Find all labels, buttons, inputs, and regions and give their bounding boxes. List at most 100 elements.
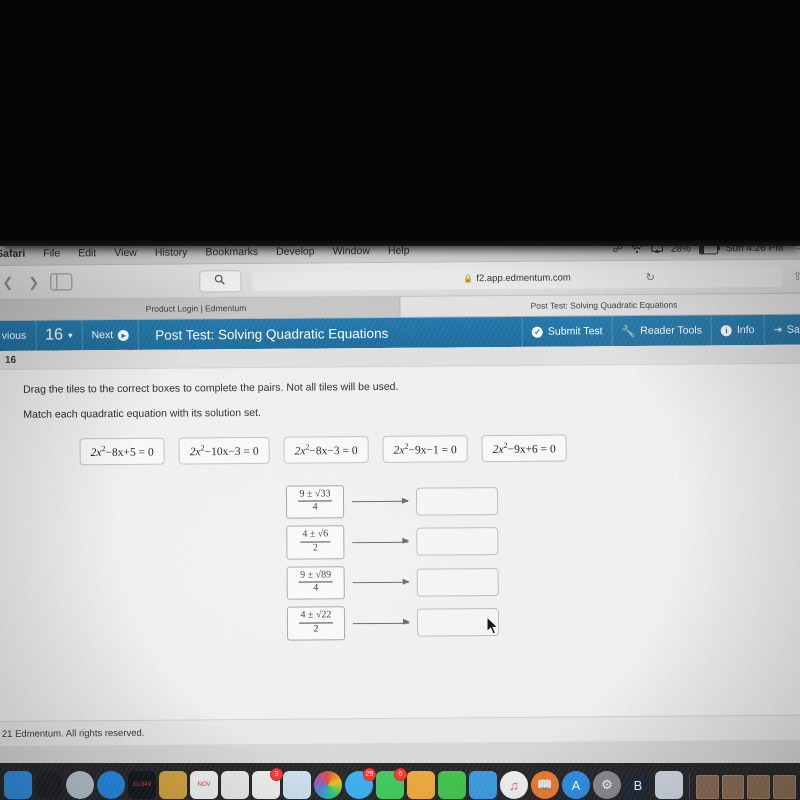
next-button[interactable]: Next ▸ [82, 319, 140, 351]
dock-icon-launchpad[interactable] [66, 771, 94, 799]
dock-separator [689, 773, 690, 799]
solution-tile[interactable]: 9 ± √33 4 [285, 485, 345, 520]
info-circle-icon: i [720, 324, 733, 336]
question-selector[interactable]: 16 ▾ [36, 320, 83, 351]
equation-tile[interactable]: 2x2−10x−3 = 0 [178, 436, 270, 465]
bluetooth-icon[interactable]: ☍ [613, 244, 623, 255]
dock-badge-facetime: 6 [394, 768, 407, 781]
menubar-app-name[interactable]: Safari [0, 248, 34, 260]
wrench-icon: 🔧 [621, 325, 636, 338]
previous-button[interactable]: vious [0, 320, 37, 351]
submit-test-button[interactable]: ✓ Submit Test [521, 316, 612, 347]
menubar-status-area: ☍ 28% Sun 4:26 PM 🔍 [613, 237, 800, 261]
menubar-item-develop[interactable]: Develop [267, 245, 324, 257]
dock-icon-numbers[interactable] [438, 771, 466, 799]
dock-icon-app-store[interactable]: A [562, 771, 590, 799]
drop-target-box[interactable] [416, 567, 499, 597]
equation-tile[interactable]: 2x2−8x+5 = 0 [79, 437, 165, 466]
solution-tile-denominator: 2 [313, 623, 319, 635]
dock-icon-mail[interactable] [97, 771, 125, 799]
solution-tile-denominator: 4 [312, 501, 318, 513]
dock-badge-messages: 29 [363, 768, 376, 781]
page-footer: 21 Edmentum. All rights reserved. [0, 714, 800, 746]
dock-minimized-window[interactable] [695, 775, 719, 799]
drop-target-box[interactable] [416, 527, 499, 556]
menubar-clock[interactable]: Sun 4:26 PM [726, 242, 784, 253]
dock-icon-keynote[interactable] [469, 771, 497, 799]
equation-tile[interactable]: 2x2−8x−3 = 0 [283, 436, 369, 464]
save-label: Sa [786, 323, 800, 336]
lock-icon: 🔒 [463, 274, 474, 284]
address-bar[interactable]: 🔒 f2.app.edmentum.com ↻ [252, 266, 783, 291]
dock-icon-facetime[interactable]: 6 [376, 768, 407, 799]
dock-icon-system-preferences[interactable]: ⚙ [593, 771, 621, 799]
solution-tile-denominator: 2 [312, 542, 318, 554]
dock-icon-preview[interactable] [655, 771, 683, 799]
dock-icon-contacts[interactable]: 3 [252, 768, 283, 799]
dock-icon-photos-library[interactable] [283, 771, 311, 799]
question-selector-number: 16 [45, 326, 64, 344]
equation-tile-row: 2x2−8x+5 = 0 2x2−10x−3 = 0 2x2−8x−3 = 0 … [79, 434, 580, 466]
dock-icon-stocks[interactable]: 10,849 [128, 771, 156, 799]
chevron-down-icon: ▾ [67, 329, 73, 340]
dock-icon-reminders[interactable] [221, 771, 249, 799]
wifi-icon[interactable] [631, 244, 643, 254]
dock-icon-finder[interactable] [4, 771, 32, 799]
menubar-item-bookmarks[interactable]: Bookmarks [196, 246, 267, 259]
back-chevron-icon[interactable]: ❮ [0, 274, 17, 290]
dock-icon-photos[interactable] [314, 771, 342, 799]
dock-icon-siri[interactable] [35, 771, 63, 799]
menubar-item-history[interactable]: History [146, 246, 197, 258]
menubar-item-edit[interactable]: Edit [69, 247, 105, 259]
save-button[interactable]: ⇥ Sa [763, 314, 800, 345]
question-content-area: 16 Drag the tiles to the correct boxes t… [0, 344, 800, 746]
dock-icon-calendar[interactable]: NOV [190, 771, 218, 799]
dock-icon-blackboard[interactable]: B [624, 771, 652, 799]
equation-tile-text: −9x+6 = 0 [507, 443, 556, 456]
equation-tile[interactable]: 2x2−9x−1 = 0 [382, 435, 468, 463]
arrow-icon [352, 541, 409, 543]
airplay-icon[interactable] [650, 243, 663, 254]
solution-tile-denominator: 4 [313, 582, 319, 594]
solution-tile-numerator: 4 ± √22 [298, 610, 334, 624]
forward-chevron-icon[interactable]: ❯ [24, 274, 43, 290]
dock-minimized-window[interactable] [773, 775, 796, 799]
solution-tile[interactable]: 4 ± √22 2 [286, 606, 346, 641]
laptop-bezel-top [0, 0, 800, 246]
browser-tab-post-test[interactable]: Post Test: Solving Quadratic Equations [400, 293, 800, 317]
solution-tile[interactable]: 4 ± √6 2 [286, 525, 345, 560]
reader-tools-label: Reader Tools [640, 324, 703, 337]
sidebar-toggle-icon[interactable] [50, 273, 73, 291]
spotlight-search-icon[interactable]: 🔍 [792, 242, 800, 253]
next-button-label: Next [91, 329, 114, 342]
dock-icon-pages[interactable] [407, 771, 435, 799]
equation-tile-text: −8x−3 = 0 [309, 444, 358, 458]
info-button[interactable]: i Info [710, 314, 764, 346]
battery-icon[interactable] [698, 242, 718, 254]
menubar-item-window[interactable]: Window [324, 245, 379, 257]
question-task: Match each quadratic equation with its s… [23, 406, 261, 421]
dock-minimized-window[interactable] [747, 775, 771, 799]
laptop-screen: Safari File Edit View History Bookmarks … [0, 236, 800, 773]
dock-minimized-window[interactable] [721, 775, 745, 799]
menubar-item-file[interactable]: File [34, 247, 69, 259]
browser-tab-product-login[interactable]: Product Login | Edmentum [0, 296, 401, 320]
dock-icon-ibooks[interactable]: 📖 [531, 771, 559, 799]
matching-area: 9 ± √33 4 4 ± √6 2 9 ± √89 4 4 ± √22 2 [285, 481, 800, 641]
reload-icon[interactable]: ↻ [646, 271, 655, 284]
match-row: 9 ± √89 4 [286, 562, 800, 601]
share-icon[interactable]: ⇪ [793, 270, 800, 283]
dock-icon-notes[interactable] [159, 771, 187, 799]
menubar-item-help[interactable]: Help [379, 245, 419, 257]
reader-tools-button[interactable]: 🔧 Reader Tools [611, 315, 712, 347]
dock-icon-messages[interactable]: 29 [345, 768, 376, 799]
menubar-item-view[interactable]: View [105, 247, 146, 259]
solution-tile[interactable]: 9 ± √89 4 [286, 566, 345, 601]
drop-target-box[interactable] [415, 486, 499, 516]
equation-tile[interactable]: 2x2−9x+6 = 0 [481, 434, 567, 462]
search-icon [215, 272, 226, 290]
question-instruction: Drag the tiles to the correct boxes to c… [23, 380, 399, 396]
macos-dock: 10,849 NOV 3 29 6 ♫ 📖 A ⚙ B [0, 763, 800, 800]
search-input[interactable] [199, 269, 242, 292]
dock-icon-itunes[interactable]: ♫ [500, 771, 528, 799]
